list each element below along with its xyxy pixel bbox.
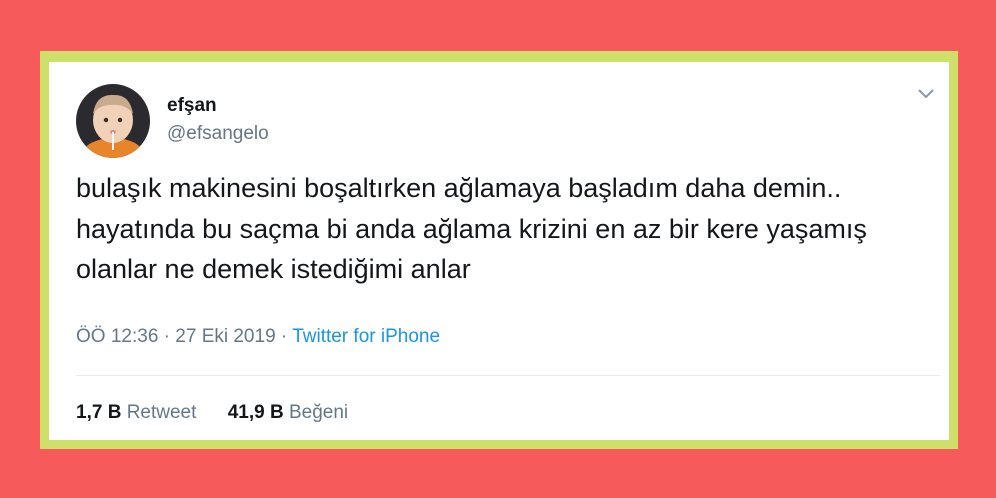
- retweet-count: 1,7 B: [76, 402, 122, 423]
- meta-separator: ·: [280, 326, 288, 347]
- retweet-label: Retweet: [126, 402, 197, 423]
- chevron-down-icon[interactable]: [917, 88, 935, 100]
- meta-separator: ·: [163, 326, 170, 347]
- highlight-frame: efşan @efsangelo bulaşık makinesini boşa…: [40, 51, 958, 449]
- divider: [76, 375, 940, 376]
- author-display-name[interactable]: efşan: [167, 95, 217, 117]
- tweet-meta: ÖÖ 12:36 · 27 Eki 2019 · Twitter for iPh…: [76, 326, 440, 348]
- author-handle[interactable]: @efsangelo: [167, 123, 269, 145]
- tweet-date[interactable]: 27 Eki 2019: [175, 326, 275, 347]
- avatar[interactable]: [76, 84, 150, 158]
- like-count: 41,9 B: [227, 402, 284, 423]
- tweet-stats: 1,7 B Retweet 41,9 B Beğeni: [76, 402, 348, 424]
- retweet-stat[interactable]: 1,7 B Retweet: [76, 402, 196, 424]
- tweet-card: efşan @efsangelo bulaşık makinesini boşa…: [49, 62, 949, 440]
- like-stat[interactable]: 41,9 B Beğeni: [228, 402, 348, 424]
- tweet-source-link[interactable]: Twitter for iPhone: [292, 326, 440, 347]
- tweet-text: bulaşık makinesini boşaltırken ağlamaya …: [76, 173, 867, 284]
- child-avatar-icon: [76, 84, 150, 158]
- like-label: Beğeni: [288, 402, 349, 423]
- tweet-time[interactable]: ÖÖ 12:36: [76, 326, 158, 347]
